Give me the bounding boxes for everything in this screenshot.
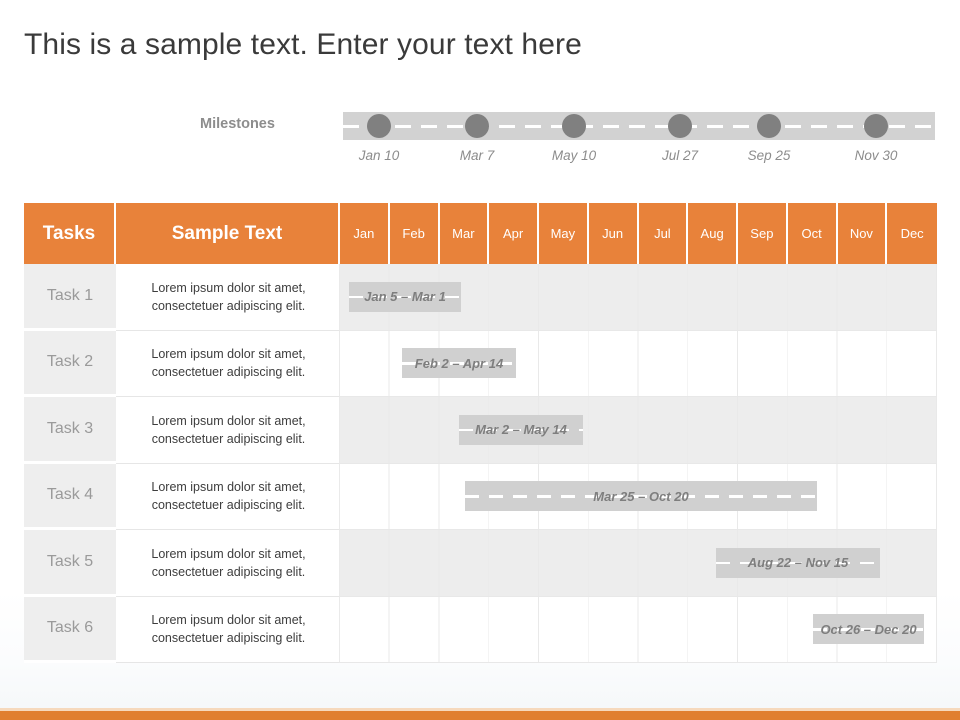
header-month-may[interactable]: May — [539, 203, 589, 264]
timeline-cell: Mar 2 – May 14 — [340, 397, 937, 464]
gantt-bar-label: Oct 26 – Dec 20 — [820, 621, 917, 637]
header-month-feb[interactable]: Feb — [389, 203, 440, 264]
table-row: Task 2 Lorem ipsum dolor sit amet, consec… — [24, 330, 937, 397]
milestone-dot[interactable] — [668, 114, 692, 138]
bottom-accent-bar — [0, 711, 960, 720]
header-month-jan[interactable]: Jan — [340, 203, 390, 264]
task-description: Lorem ipsum dolor sit amet, consectetuer… — [151, 613, 306, 646]
gantt-bar-label: Feb 2 – Apr 14 — [414, 355, 504, 371]
gantt-bar[interactable]: Oct 26 – Dec 20 — [813, 614, 924, 645]
gantt-table: Tasks Sample Text Jan Feb Mar Apr May Jun Jul A… — [24, 203, 937, 663]
task-label[interactable]: Task 3 — [24, 397, 116, 464]
header-sample-text: Sample Text — [116, 203, 340, 264]
table-body: Task 1 Lorem ipsum dolor sit amet, consec… — [24, 264, 937, 663]
table-header-row: Tasks Sample Text Jan Feb Mar Apr May Jun Jul A… — [24, 203, 937, 264]
timeline-cell: Feb 2 – Apr 14 — [340, 330, 937, 397]
milestone-date: Jan 10 — [358, 148, 400, 163]
milestone-dashed-line — [343, 124, 935, 128]
milestone-dot[interactable] — [465, 114, 489, 138]
task-label[interactable]: Task 2 — [24, 330, 116, 397]
task-description: Lorem ipsum dolor sit amet, consectetuer… — [151, 347, 306, 380]
milestone-dot[interactable] — [864, 114, 888, 138]
gantt-bar-label: Mar 25 – Oct 20 — [593, 488, 689, 504]
header-month-sep[interactable]: Sep — [738, 203, 788, 264]
gantt-bar[interactable]: Mar 25 – Oct 20 — [465, 481, 817, 512]
table-row: Task 4 Lorem ipsum dolor sit amet, consec… — [24, 463, 937, 530]
milestone-date: Sep 25 — [747, 148, 791, 163]
gantt-bar-label: Mar 2 – May 14 — [475, 422, 567, 438]
header-months: Jan Feb Mar Apr May Jun Jul Aug Sep Oct Nov Dec — [340, 203, 937, 264]
gantt-bar[interactable]: Feb 2 – Apr 14 — [402, 348, 516, 379]
task-label[interactable]: Task 1 — [24, 264, 116, 331]
task-description: Lorem ipsum dolor sit amet, consectetuer… — [151, 413, 306, 446]
task-label[interactable]: Task 4 — [24, 463, 116, 530]
task-description-cell: Lorem ipsum dolor sit amet, consectetuer… — [116, 530, 340, 597]
milestone-dot[interactable] — [757, 114, 781, 138]
milestone-date: Nov 30 — [854, 148, 898, 163]
header-month-apr[interactable]: Apr — [489, 203, 539, 264]
gantt-bar-label: Jan 5 – Mar 1 — [364, 289, 446, 305]
table-row: Task 1 Lorem ipsum dolor sit amet, consec… — [24, 264, 937, 331]
task-label[interactable]: Task 6 — [24, 596, 116, 663]
header-month-nov[interactable]: Nov — [837, 203, 888, 264]
milestone-date: May 10 — [551, 148, 597, 163]
task-label[interactable]: Task 5 — [24, 530, 116, 597]
task-description-cell: Lorem ipsum dolor sit amet, consectetuer… — [116, 463, 340, 530]
header-month-jul[interactable]: Jul — [638, 203, 689, 264]
timeline-cell: Jan 5 – Mar 1 — [340, 264, 937, 331]
header-month-dec[interactable]: Dec — [887, 203, 937, 264]
gantt-bar[interactable]: Mar 2 – May 14 — [459, 414, 583, 445]
timeline-cell: Mar 25 – Oct 20 — [340, 463, 937, 530]
table-row: Task 6 Lorem ipsum dolor sit amet, consec… — [24, 596, 937, 663]
timeline-cell: Aug 22 – Nov 15 — [340, 530, 937, 597]
task-description: Lorem ipsum dolor sit amet, consectetuer… — [151, 280, 306, 313]
milestone-date: Mar 7 — [459, 148, 495, 163]
gantt-bar[interactable]: Aug 22 – Nov 15 — [716, 547, 880, 578]
header-month-oct[interactable]: Oct — [787, 203, 838, 264]
header-tasks: Tasks — [24, 203, 116, 264]
milestone-date: Jul 27 — [661, 148, 699, 163]
header-month-aug[interactable]: Aug — [688, 203, 738, 264]
page-title: This is a sample text. Enter your text h… — [24, 28, 582, 61]
gantt-bar[interactable]: Jan 5 – Mar 1 — [349, 281, 461, 312]
table-row: Task 5 Lorem ipsum dolor sit amet, consec… — [24, 530, 937, 597]
task-description: Lorem ipsum dolor sit amet, consectetuer… — [151, 546, 306, 579]
gantt-chart-slide: This is a sample text. Enter your text h… — [0, 0, 960, 720]
task-description-cell: Lorem ipsum dolor sit amet, consectetuer… — [116, 330, 340, 397]
gantt-bar-label: Aug 22 – Nov 15 — [747, 555, 849, 571]
timeline-cell: Oct 26 – Dec 20 — [340, 596, 937, 663]
task-description-cell: Lorem ipsum dolor sit amet, consectetuer… — [116, 264, 340, 331]
milestones-label: Milestones — [200, 116, 275, 132]
task-description-cell: Lorem ipsum dolor sit amet, consectetuer… — [116, 596, 340, 663]
task-description: Lorem ipsum dolor sit amet, consectetuer… — [151, 480, 306, 513]
header-month-mar[interactable]: Mar — [439, 203, 490, 264]
table-row: Task 3 Lorem ipsum dolor sit amet, consec… — [24, 397, 937, 464]
milestone-dot[interactable] — [562, 114, 586, 138]
header-month-jun[interactable]: Jun — [588, 203, 639, 264]
milestone-dot[interactable] — [367, 114, 391, 138]
task-description-cell: Lorem ipsum dolor sit amet, consectetuer… — [116, 397, 340, 464]
